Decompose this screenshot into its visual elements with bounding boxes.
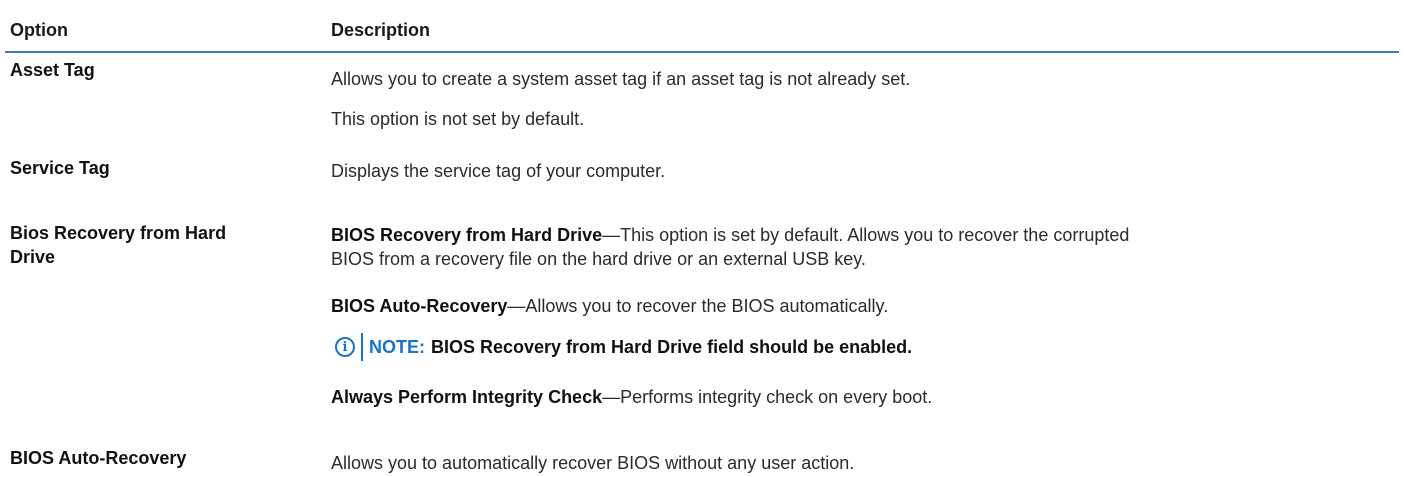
header-description: Description (331, 20, 431, 40)
note-text: BIOS Recovery from Hard Drive field shou… (431, 337, 913, 357)
option-bios-auto-recovery: BIOS Auto-Recovery (10, 448, 187, 468)
note-divider (361, 333, 363, 361)
description-service-tag: Displays the service tag of your compute… (331, 161, 666, 181)
note-label: NOTE: (369, 337, 425, 357)
option-service-tag: Service Tag (10, 158, 110, 178)
text-bios-recovery-hard-drive-2: BIOS from a recovery file on the hard dr… (331, 249, 866, 269)
description-asset-tag-1: Allows you to create a system asset tag … (331, 69, 911, 89)
option-bios-recovery-line1: Bios Recovery from Hard (10, 223, 227, 243)
description-bios-recovery-hard-drive: BIOS Recovery from Hard Drive—This optio… (331, 223, 1391, 271)
text-bios-auto-recovery: —Allows you to recover the BIOS automati… (507, 296, 889, 316)
term-bios-auto-recovery: BIOS Auto-Recovery (331, 296, 508, 316)
info-icon: i (335, 337, 355, 357)
option-bios-recovery: Bios Recovery from Hard Drive (10, 221, 300, 269)
table-header: Option Description (5, 0, 1399, 53)
description-bios-auto-recovery: Allows you to automatically recover BIOS… (331, 453, 855, 473)
option-asset-tag: Asset Tag (10, 60, 95, 80)
description-asset-tag-2: This option is not set by default. (331, 109, 585, 129)
settings-table: Option Description Asset Tag Allows you … (5, 0, 1399, 473)
text-bios-recovery-hard-drive-1: —This option is set by default. Allows y… (602, 225, 1130, 245)
note-callout: i NOTE: BIOS Recovery from Hard Drive fi… (331, 333, 912, 361)
description-bios-auto-recovery-item: BIOS Auto-Recovery—Allows you to recover… (331, 294, 1391, 318)
term-integrity-check: Always Perform Integrity Check (331, 387, 603, 407)
option-bios-recovery-line2: Drive (10, 247, 56, 267)
header-option: Option (10, 20, 68, 40)
text-integrity-check: —Performs integrity check on every boot. (602, 387, 933, 407)
term-bios-recovery-hard-drive: BIOS Recovery from Hard Drive (331, 225, 603, 245)
description-integrity-check: Always Perform Integrity Check—Performs … (331, 385, 1391, 409)
